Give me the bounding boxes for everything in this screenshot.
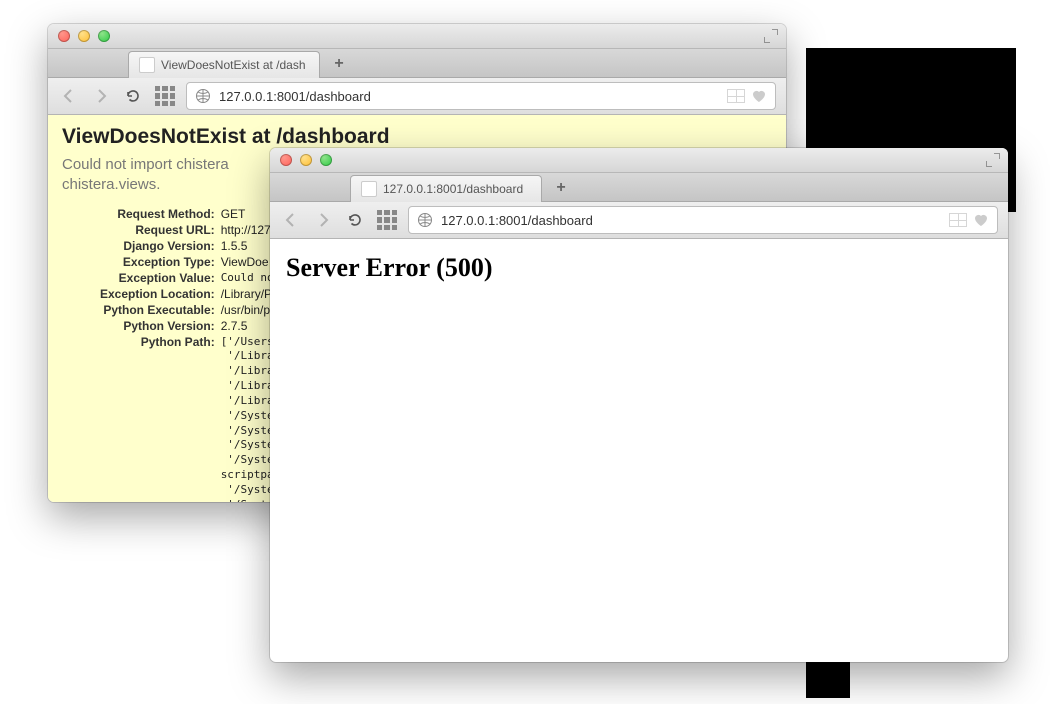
bookmark-heart-icon[interactable]: [751, 88, 767, 104]
globe-icon: [195, 88, 211, 104]
address-bar[interactable]: 127.0.0.1:8001/dashboard: [408, 206, 998, 234]
tab-strip: 127.0.0.1:8001/dashboard +: [270, 173, 1008, 202]
traffic-lights: [280, 154, 332, 166]
browser-tab[interactable]: ViewDoesNotExist at /dash: [128, 51, 320, 78]
grid-icon: [155, 86, 175, 106]
zoom-window-button[interactable]: [98, 30, 110, 42]
reload-button[interactable]: [344, 209, 366, 231]
window-titlebar: [48, 24, 786, 49]
address-bar[interactable]: 127.0.0.1:8001/dashboard: [186, 82, 776, 110]
browser-toolbar: 127.0.0.1:8001/dashboard: [48, 78, 786, 115]
error-heading: ViewDoesNotExist at /dashboard: [62, 125, 772, 149]
url-text: 127.0.0.1:8001/dashboard: [441, 213, 941, 228]
meta-label: Python Executable:: [100, 302, 221, 318]
meta-label: Python Path:: [100, 334, 221, 503]
url-text: 127.0.0.1:8001/dashboard: [219, 89, 719, 104]
browser-window-500: 127.0.0.1:8001/dashboard + 127.0.0.1:800…: [270, 148, 1008, 662]
meta-label: Exception Value:: [100, 270, 221, 286]
meta-label: Request URL:: [100, 222, 221, 238]
forward-button[interactable]: [90, 85, 112, 107]
new-tab-button[interactable]: +: [326, 53, 352, 75]
server-error-body: Server Error (500): [270, 239, 1008, 297]
meta-label: Request Method:: [100, 206, 221, 222]
arrow-right-icon: [93, 88, 109, 104]
fullscreen-icon[interactable]: [764, 29, 778, 43]
new-tab-button[interactable]: +: [548, 177, 574, 199]
error-meta-table: Request Method: GET Request URL: http://…: [100, 206, 280, 503]
grid-icon: [377, 210, 397, 230]
apps-button[interactable]: [376, 209, 398, 231]
forward-button[interactable]: [312, 209, 334, 231]
server-error-heading: Server Error (500): [286, 253, 992, 283]
bookmark-heart-icon[interactable]: [973, 212, 989, 228]
tab-favicon: [361, 181, 377, 197]
back-button[interactable]: [280, 209, 302, 231]
minimize-window-button[interactable]: [78, 30, 90, 42]
error-subtitle-line: Could not import chistera: [62, 156, 229, 173]
tab-favicon: [139, 57, 155, 73]
speed-dial-icon[interactable]: [727, 89, 745, 103]
reload-icon: [125, 88, 141, 104]
close-window-button[interactable]: [280, 154, 292, 166]
browser-tab[interactable]: 127.0.0.1:8001/dashboard: [350, 175, 542, 202]
tab-strip: ViewDoesNotExist at /dash +: [48, 49, 786, 78]
zoom-window-button[interactable]: [320, 154, 332, 166]
meta-label: Exception Location:: [100, 286, 221, 302]
reload-button[interactable]: [122, 85, 144, 107]
close-window-button[interactable]: [58, 30, 70, 42]
meta-label: Django Version:: [100, 238, 221, 254]
tab-title: 127.0.0.1:8001/dashboard: [383, 182, 523, 196]
meta-label: Exception Type:: [100, 254, 221, 270]
traffic-lights: [58, 30, 110, 42]
arrow-left-icon: [61, 88, 77, 104]
window-titlebar: [270, 148, 1008, 173]
apps-button[interactable]: [154, 85, 176, 107]
tab-title: ViewDoesNotExist at /dash: [161, 58, 306, 72]
meta-label: Python Version:: [100, 318, 221, 334]
globe-icon: [417, 212, 433, 228]
arrow-right-icon: [315, 212, 331, 228]
speed-dial-icon[interactable]: [949, 213, 967, 227]
minimize-window-button[interactable]: [300, 154, 312, 166]
arrow-left-icon: [283, 212, 299, 228]
reload-icon: [347, 212, 363, 228]
error-subtitle-line: chistera.views.: [62, 176, 160, 193]
browser-toolbar: 127.0.0.1:8001/dashboard: [270, 202, 1008, 239]
fullscreen-icon[interactable]: [986, 153, 1000, 167]
page-content: Server Error (500): [270, 239, 1008, 662]
back-button[interactable]: [58, 85, 80, 107]
